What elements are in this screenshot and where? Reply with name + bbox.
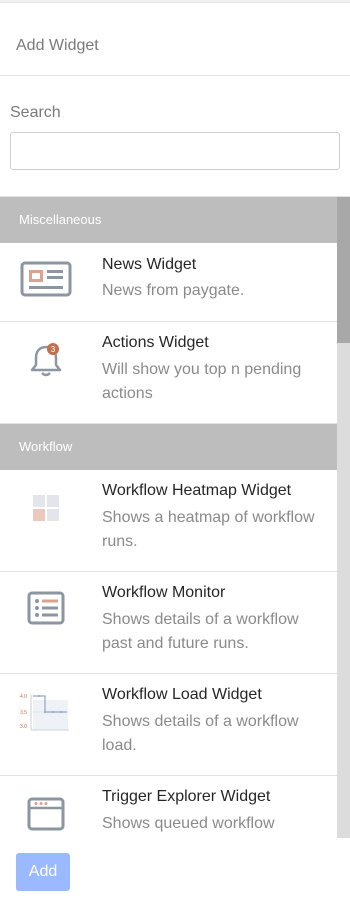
widget-item-actions[interactable]: 3 Actions Widget Will show you top n pen… xyxy=(0,322,337,424)
widget-name: Workflow Heatmap Widget xyxy=(102,482,292,499)
widget-name: Trigger Explorer Widget xyxy=(102,788,271,805)
widget-description: Shows details of a workflow load. xyxy=(102,713,299,754)
heatmap-icon xyxy=(18,486,74,530)
widget-description: News from paygate. xyxy=(102,282,245,299)
scrollbar-thumb[interactable] xyxy=(337,197,350,343)
notification-badge: 3 xyxy=(51,345,56,354)
newspaper-icon xyxy=(18,257,74,301)
widget-item-news[interactable]: News Widget News from paygate. xyxy=(0,243,337,322)
widget-name: Actions Widget xyxy=(102,334,209,351)
scrollbar-track[interactable] xyxy=(337,197,350,838)
widget-name: Workflow Load Widget xyxy=(102,686,262,703)
browser-window-icon xyxy=(18,792,74,836)
top-border xyxy=(0,0,350,3)
category-header-miscellaneous: Miscellaneous xyxy=(0,197,337,243)
chart-tick-label: 3.5 xyxy=(20,710,27,716)
title-divider xyxy=(0,75,350,76)
dialog-title: Add Widget xyxy=(16,37,99,54)
chart-tick-label: 3.0 xyxy=(20,724,27,730)
widget-description: Shows details of a workflow past and fut… xyxy=(102,611,299,652)
category-header-workflow: Workflow xyxy=(0,424,337,470)
widget-description: Will show you top n pending actions xyxy=(102,361,302,402)
widget-description: Shows a heatmap of workflow runs. xyxy=(102,509,315,550)
widget-name: News Widget xyxy=(102,256,197,273)
bell-icon: 3 xyxy=(18,338,74,382)
load-chart-icon: 4.0 3.5 3.0 xyxy=(18,690,74,734)
widget-list-container[interactable]: Miscellaneous News Widget News from payg… xyxy=(0,196,350,838)
chart-tick-label: 4.0 xyxy=(20,694,27,700)
widget-description: Shows queued workflow xyxy=(102,815,275,832)
widget-name: Workflow Monitor xyxy=(102,584,226,601)
list-icon xyxy=(18,586,74,630)
widget-list: Miscellaneous News Widget News from payg… xyxy=(0,197,337,838)
widget-item-workflow-heatmap[interactable]: Workflow Heatmap Widget Shows a heatmap … xyxy=(0,470,337,572)
widget-item-workflow-load[interactable]: 4.0 3.5 3.0 Workflow Load Widget Shows d… xyxy=(0,674,337,776)
widget-item-workflow-monitor[interactable]: Workflow Monitor Shows details of a work… xyxy=(0,572,337,674)
widget-item-trigger-explorer[interactable]: Trigger Explorer Widget Shows queued wor… xyxy=(0,776,337,838)
search-input[interactable] xyxy=(10,132,340,170)
search-label: Search xyxy=(10,104,61,121)
add-button[interactable]: Add xyxy=(16,853,70,891)
